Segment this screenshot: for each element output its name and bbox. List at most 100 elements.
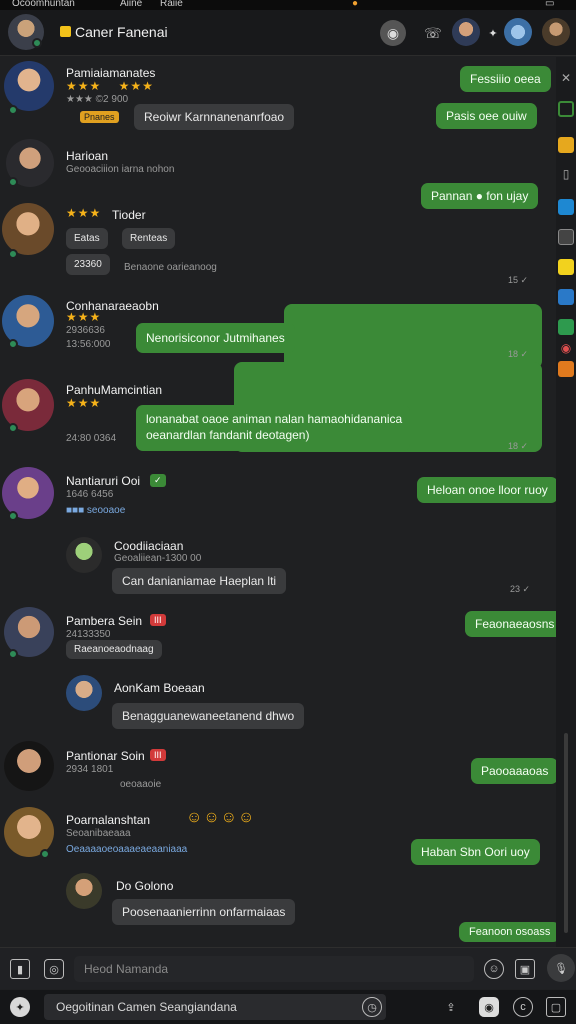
mic-icon[interactable]: 🎙 [547, 954, 575, 982]
copyright-icon[interactable]: c [513, 997, 533, 1017]
message-bubble-out[interactable]: Paooaaaoas [471, 758, 559, 784]
status-mid2-text: Raiie [160, 0, 183, 9]
sender-sub: 13:56:000 [66, 339, 111, 350]
message-bubble-out[interactable]: lonanabat oaoe animan nalan hamaohidanan… [136, 405, 410, 451]
message-time: 18 ✓ [508, 349, 529, 359]
sender-sub: ★★★ ©2 900 [66, 94, 129, 105]
close-icon[interactable]: ✕ [558, 71, 574, 87]
message-list[interactable]: Pamiaiamanates ★★★ ★★★ ★★★ ©2 900 Pnanes… [0, 57, 565, 947]
rank-tag: III [150, 614, 166, 626]
sender-name[interactable]: Poarnalanshtan [66, 813, 150, 827]
sender-sub: Geooaciiion iarna nohon [66, 164, 175, 175]
battery-icon: ● [352, 0, 359, 9]
message-bubble[interactable]: Can danianiamae Haeplan lti [112, 568, 287, 594]
sender-sub: 24:80 0364 [66, 433, 117, 444]
app-icon-4[interactable] [558, 259, 574, 275]
avatar[interactable] [66, 675, 102, 711]
settings-icon[interactable]: ◉ [380, 20, 406, 46]
message-bubble-out[interactable]: Nenorisiconor Jutmihanes [136, 323, 295, 353]
emoji-reactions[interactable]: ☺☺☺☺ [186, 809, 255, 827]
app-icon-7[interactable] [558, 361, 574, 377]
message-input[interactable]: Heod Namanda [74, 956, 474, 982]
camera-icon[interactable]: ◎ [44, 959, 64, 979]
message-time: 23 ✓ [510, 584, 531, 594]
avatar[interactable] [66, 537, 102, 573]
status-mid-text: Aiine [120, 0, 143, 9]
bottom-bar: ✦ Oegoitinan Camen Seangiandana ◷ ⇪ ◉ c … [0, 990, 576, 1024]
message-time: 18 ✓ [508, 441, 529, 451]
app-icon-5[interactable] [558, 289, 574, 305]
green-square-icon[interactable] [558, 101, 574, 117]
sender-name[interactable]: Pamiaiamanates [66, 66, 155, 80]
emoji-icon[interactable]: ☺ [484, 959, 504, 979]
doc-icon[interactable]: ▯ [558, 167, 574, 183]
sender-name[interactable]: AonKam Boeaan [114, 681, 205, 695]
scrollbar[interactable] [564, 733, 568, 933]
chip[interactable]: Raeanoeaodnaag [66, 640, 162, 659]
message-bubble[interactable]: Benagguanewaneetanend dhwo [112, 703, 305, 729]
chip[interactable]: Renteas [122, 228, 176, 249]
window-icon[interactable]: ▢ [546, 997, 566, 1017]
member-avatar-2[interactable] [504, 18, 532, 46]
sender-sub: ■■■ seooaoe [66, 505, 126, 516]
message-bubble-bg [284, 304, 542, 369]
chip[interactable]: Eatas [66, 228, 108, 249]
app-icon-2[interactable] [558, 199, 574, 215]
app-icon-3[interactable] [558, 229, 574, 245]
message-line: lonanabat oaoe animan nalan hamaohidanan… [146, 412, 403, 426]
sender-name[interactable]: Do Golono [116, 879, 173, 893]
sender-name[interactable]: PanhuMamcintian [66, 383, 162, 397]
call-icon[interactable]: ☏ [420, 20, 446, 46]
message-bubble[interactable]: Reoiwr Karnnanenanrfoao [134, 104, 295, 130]
message-bubble-out[interactable]: Feaonaeaosns [465, 611, 565, 637]
sender-name[interactable]: Harioan [66, 149, 108, 163]
sender-sub: Seoanibaeaaa [66, 828, 131, 839]
online-indicator [8, 649, 18, 659]
message-time: 15 ✓ [508, 275, 529, 285]
chip[interactable]: 23360 [66, 254, 110, 275]
member-avatar-1[interactable] [452, 18, 480, 46]
message-bubble-out[interactable]: Heloan onoe lloor ruoy [417, 477, 558, 503]
avatar[interactable] [2, 203, 54, 255]
online-indicator [8, 249, 18, 259]
message-bubble-out[interactable]: Feanoon osoass [459, 922, 561, 942]
sender-sub: 24133350 [66, 629, 111, 640]
rank-tag: III [150, 749, 166, 761]
attach-icon[interactable]: ▣ [515, 959, 535, 979]
sender-sub: Geoaliiean-1300 00 [114, 553, 202, 564]
message-bubble-out[interactable]: Fessiiio oeea [460, 66, 551, 92]
clock-icon[interactable]: ◷ [362, 997, 382, 1017]
online-badge: ✓ [150, 474, 166, 487]
app-icon-1[interactable] [558, 137, 574, 153]
message-bubble-out[interactable]: Pasis oee ouiw [436, 103, 537, 129]
sender-name[interactable]: Pantionar Soin [66, 749, 145, 763]
app-icon-6[interactable] [558, 319, 574, 335]
avatar[interactable] [4, 741, 54, 791]
message-line: oeanardlan fandanit deotagen) [146, 428, 310, 442]
app-menu-icon[interactable]: ✦ [10, 997, 30, 1017]
sender-name[interactable]: Tioder [112, 208, 146, 222]
side-toolbar: ✕ ▯ ◉ [556, 57, 576, 947]
message-bubble-out[interactable]: Pannan ● fon ujay [421, 183, 539, 209]
status-left-text: Ocoomhuntan [12, 0, 75, 9]
status-bar: Ocoomhuntan Aiine Raiie ● ▭ [0, 0, 576, 10]
sender-name[interactable]: Coodiiaciaan [114, 539, 183, 553]
discord-icon[interactable]: ◉ [479, 997, 499, 1017]
search-input[interactable]: Oegoitinan Camen Seangiandana [44, 994, 386, 1020]
online-indicator [8, 423, 18, 433]
location-icon[interactable]: ◉ [558, 341, 574, 357]
sender-sub: 1646 6456 [66, 489, 114, 500]
pin-icon[interactable]: ✦ [480, 20, 506, 46]
sticker-icon[interactable]: ▮ [10, 959, 30, 979]
sender-name[interactable]: Pambera Sein [66, 614, 142, 628]
avatar[interactable] [4, 61, 54, 111]
message-bubble[interactable]: Poosenaanierrinn onfarmaiaas [112, 899, 296, 925]
sender-name[interactable]: Nantiaruri Ooi [66, 474, 140, 488]
rating-stars: ★★★ [66, 310, 102, 324]
message-bubble-out[interactable]: Haban Sbn Oori uoy [411, 839, 540, 865]
rating-stars: ★★★ [66, 396, 102, 410]
share-icon[interactable]: ⇪ [441, 997, 461, 1017]
chat-title[interactable]: Caner Fanenai [75, 24, 168, 40]
member-avatar-3[interactable] [542, 18, 570, 46]
avatar[interactable] [66, 873, 102, 909]
